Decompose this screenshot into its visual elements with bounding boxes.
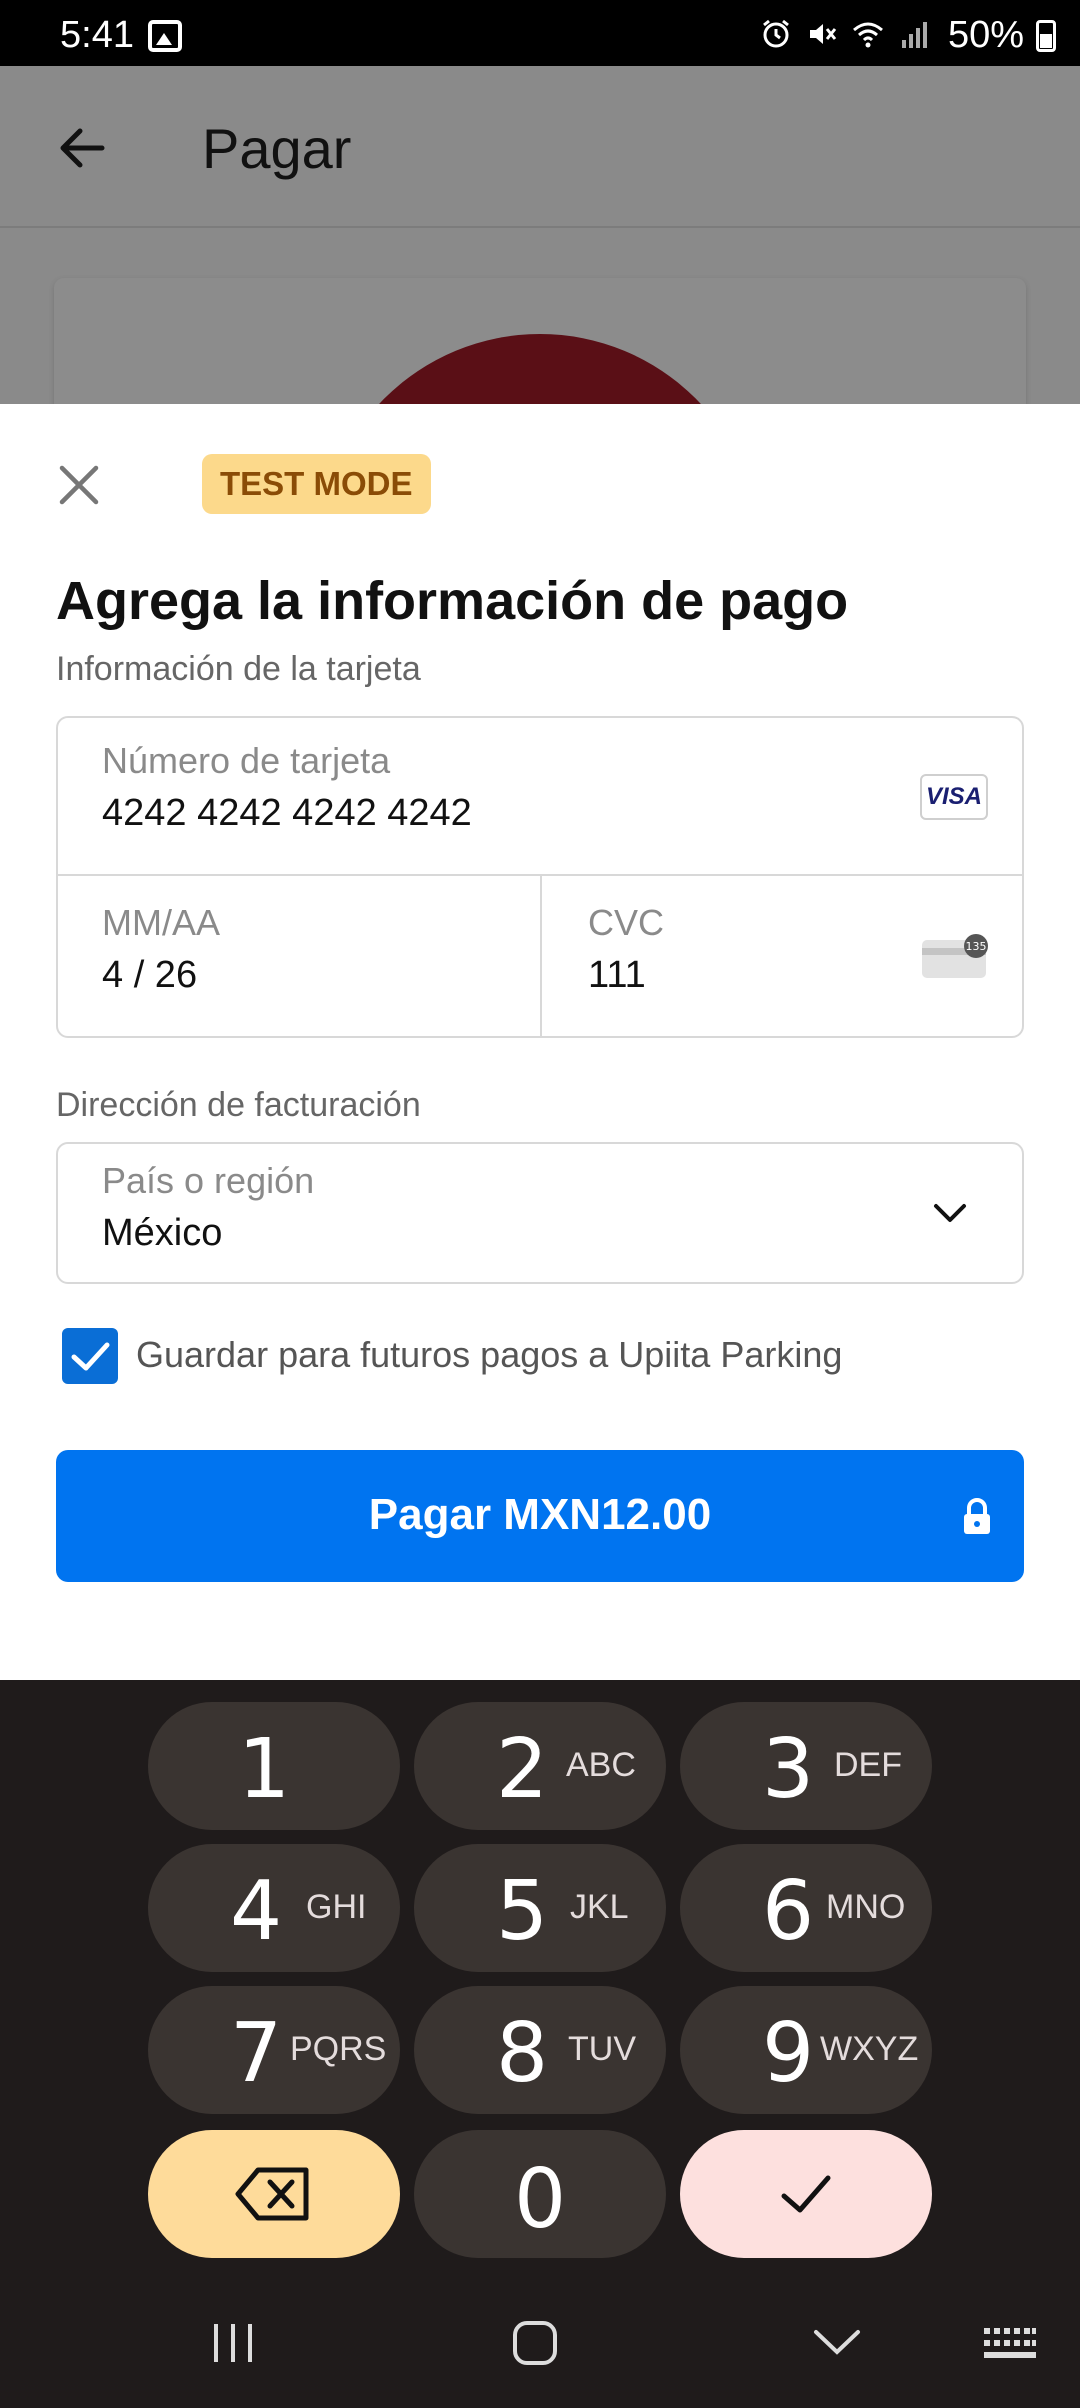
key-number: 1 bbox=[238, 1722, 291, 1817]
backspace-key[interactable] bbox=[148, 2130, 400, 2258]
key-number: 7 bbox=[230, 2006, 283, 2101]
visa-brand-icon: VISA bbox=[920, 774, 988, 820]
checkmark-icon bbox=[71, 1342, 110, 1371]
app-bar: Pagar bbox=[0, 66, 1080, 228]
key-letters: ABC bbox=[566, 1746, 636, 1784]
key-2[interactable]: 2 ABC bbox=[414, 1702, 666, 1830]
key-letters: DEF bbox=[834, 1746, 902, 1784]
key-3[interactable]: 3 DEF bbox=[680, 1702, 932, 1830]
country-value: México bbox=[102, 1212, 223, 1254]
close-icon[interactable] bbox=[56, 462, 102, 508]
key-5[interactable]: 5 JKL bbox=[414, 1844, 666, 1972]
card-number-field[interactable]: Número de tarjeta 4242 4242 4242 4242 VI… bbox=[58, 718, 1022, 876]
key-number: 4 bbox=[230, 1864, 283, 1959]
done-key[interactable] bbox=[680, 2130, 932, 2258]
key-number: 3 bbox=[762, 1722, 815, 1817]
billing-section-label: Dirección de facturación bbox=[56, 1086, 421, 1124]
check-icon bbox=[781, 2175, 831, 2213]
backspace-icon bbox=[235, 2167, 309, 2221]
status-time: 5:41 bbox=[60, 14, 134, 56]
mute-icon bbox=[810, 24, 837, 44]
lock-icon bbox=[964, 1498, 990, 1534]
home-icon[interactable] bbox=[510, 2318, 560, 2368]
cvc-value: 111 bbox=[588, 954, 646, 996]
wifi-icon bbox=[853, 22, 883, 48]
expiry-field[interactable]: MM/AA 4 / 26 bbox=[58, 878, 540, 1038]
payment-sheet: TEST MODE Agrega la información de pago … bbox=[0, 404, 1080, 1680]
battery-icon bbox=[1036, 20, 1056, 52]
test-mode-badge: TEST MODE bbox=[202, 454, 431, 514]
numeric-keyboard: 1 2 ABC 3 DEF 4 GHI 5 JKL 6 MNO 7 PQRS 8… bbox=[0, 1680, 1080, 2408]
key-9[interactable]: 9 WXYZ bbox=[680, 1986, 932, 2114]
pay-button[interactable]: Pagar MXN12.00 bbox=[56, 1450, 1024, 1582]
key-number: 0 bbox=[514, 2152, 567, 2247]
key-1[interactable]: 1 bbox=[148, 1702, 400, 1830]
key-6[interactable]: 6 MNO bbox=[680, 1844, 932, 1972]
key-letters: MNO bbox=[826, 1888, 906, 1926]
alarm-icon bbox=[763, 19, 789, 48]
key-number: 6 bbox=[762, 1864, 815, 1959]
hide-keyboard-icon[interactable] bbox=[812, 2318, 862, 2368]
status-bar: 5:41 50% bbox=[0, 0, 1080, 66]
country-label: País o región bbox=[102, 1160, 315, 1201]
pay-button-label: Pagar MXN12.00 bbox=[368, 1490, 712, 1539]
page-title: Pagar bbox=[202, 117, 352, 180]
chevron-down-icon bbox=[934, 1204, 966, 1222]
card-section-label: Información de la tarjeta bbox=[56, 650, 421, 688]
recent-apps-icon[interactable] bbox=[208, 2318, 258, 2368]
card-number-value: 4242 4242 4242 4242 bbox=[102, 792, 472, 834]
save-label[interactable]: Guardar para futuros pagos a Upiita Park… bbox=[136, 1334, 842, 1376]
sheet-title: Agrega la información de pago bbox=[56, 571, 849, 631]
key-number: 9 bbox=[762, 2006, 815, 2101]
key-letters: JKL bbox=[570, 1888, 629, 1926]
expiry-label: MM/AA bbox=[102, 902, 221, 943]
key-letters: TUV bbox=[568, 2030, 636, 2068]
expiry-value: 4 / 26 bbox=[102, 954, 198, 996]
key-letters: GHI bbox=[306, 1888, 367, 1926]
key-number: 5 bbox=[496, 1864, 549, 1959]
cvc-card-icon: 135 bbox=[922, 934, 988, 978]
country-select[interactable]: País o región México bbox=[56, 1142, 1024, 1284]
gallery-notification-icon bbox=[148, 20, 182, 52]
key-7[interactable]: 7 PQRS bbox=[148, 1986, 400, 2114]
key-number: 2 bbox=[496, 1722, 549, 1817]
key-letters: PQRS bbox=[290, 2030, 387, 2068]
signal-icon bbox=[902, 22, 927, 48]
card-number-label: Número de tarjeta bbox=[102, 740, 391, 781]
save-checkbox[interactable] bbox=[62, 1328, 118, 1384]
status-icons bbox=[760, 18, 930, 50]
battery-percentage: 50% bbox=[947, 14, 1024, 56]
key-0[interactable]: 0 bbox=[414, 2130, 666, 2258]
keyboard-icon[interactable] bbox=[982, 2326, 1038, 2362]
key-8[interactable]: 8 TUV bbox=[414, 1986, 666, 2114]
key-number: 8 bbox=[496, 2006, 549, 2101]
card-form: Número de tarjeta 4242 4242 4242 4242 VI… bbox=[56, 716, 1024, 1038]
key-4[interactable]: 4 GHI bbox=[148, 1844, 400, 1972]
cvc-label: CVC bbox=[588, 902, 665, 943]
cvc-icon-text: 135 bbox=[966, 940, 987, 953]
key-letters: WXYZ bbox=[820, 2030, 919, 2068]
back-arrow-icon[interactable] bbox=[52, 118, 112, 178]
